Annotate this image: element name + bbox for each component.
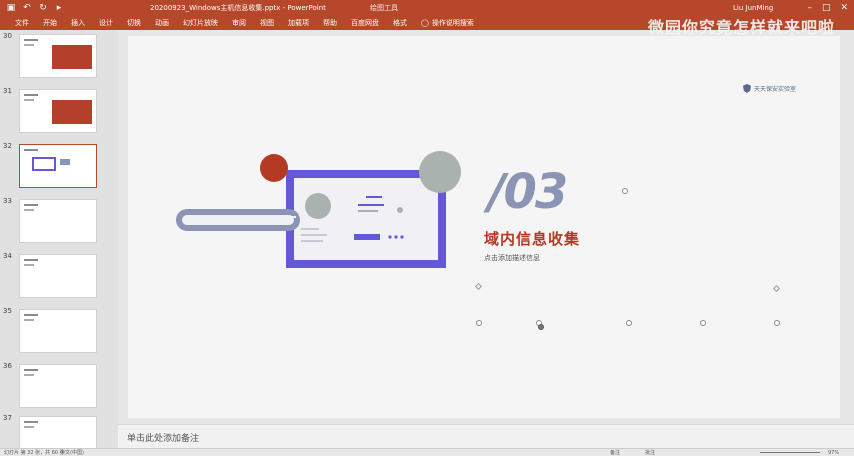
save-icon[interactable]: ▣ xyxy=(6,3,16,13)
comments-button[interactable]: 批注 xyxy=(645,449,655,456)
decor-dot xyxy=(538,324,544,330)
thumbnail-row[interactable]: 31 xyxy=(0,85,118,137)
tab-transitions[interactable]: 切换 xyxy=(120,18,148,28)
section-number[interactable]: /03 xyxy=(488,164,568,220)
thumbnail-number: 35 xyxy=(3,307,12,315)
decor-diamond xyxy=(474,282,483,291)
section-title[interactable]: 域内信息收集 xyxy=(484,228,580,249)
thumbnail-row[interactable]: 37 xyxy=(0,412,118,448)
zoom-slider[interactable] xyxy=(760,452,820,453)
thumbnail-number: 37 xyxy=(3,414,12,422)
illustration-button xyxy=(354,234,380,240)
thumbnail-number: 36 xyxy=(3,362,12,370)
illustration-screen xyxy=(294,178,438,260)
powerpoint-window: { "titlebar": { "document_title": "20200… xyxy=(0,0,854,456)
thumbnail-row[interactable]: 36 xyxy=(0,360,118,412)
illustration-gray-circle-large xyxy=(419,151,461,193)
lab-logo-text: 天天保安实验室 xyxy=(754,86,797,93)
user-name[interactable]: Liu JunMing xyxy=(733,4,773,12)
minimize-icon[interactable]: – xyxy=(807,3,812,13)
decor-diamond xyxy=(772,284,781,293)
illustration-gray-circle xyxy=(305,193,331,219)
illustration-line xyxy=(358,204,384,206)
shield-icon xyxy=(743,84,751,93)
tell-me-label: 操作说明搜索 xyxy=(431,19,474,27)
slide-thumbnail[interactable] xyxy=(19,364,97,408)
tab-slideshow[interactable]: 幻灯片放映 xyxy=(176,18,225,28)
tab-insert[interactable]: 插入 xyxy=(64,18,92,28)
slide-thumbnail-selected[interactable] xyxy=(19,144,97,188)
tell-me-search[interactable]: ◯ 操作说明搜索 xyxy=(414,18,481,28)
tab-addins[interactable]: 加载项 xyxy=(281,18,316,28)
thumbnail-number: 31 xyxy=(3,87,12,95)
slide-thumbnail[interactable] xyxy=(19,34,97,78)
slide-thumbnail[interactable] xyxy=(19,254,97,298)
redo-icon[interactable]: ↻ xyxy=(38,3,48,13)
tab-format[interactable]: 格式 xyxy=(386,18,414,28)
decor-dot xyxy=(700,320,706,326)
thumbnail-row[interactable]: 35 xyxy=(0,305,118,357)
slide-thumbnail[interactable] xyxy=(19,309,97,353)
decor-dot xyxy=(622,188,628,194)
present-icon[interactable]: ▸ xyxy=(54,3,64,13)
slide-thumbnail[interactable] xyxy=(19,89,97,133)
lab-logo: 天天保安实验室 xyxy=(743,84,796,93)
thumbnail-number: 30 xyxy=(3,32,12,40)
thumbnail-row[interactable]: 34 xyxy=(0,250,118,302)
undo-icon[interactable]: ↶ xyxy=(22,3,32,13)
tab-baidu[interactable]: 百度网盘 xyxy=(344,18,386,28)
video-watermark: 微园你究竟怎样就来吧啦 xyxy=(648,18,836,37)
zoom-level[interactable]: 97% xyxy=(828,450,839,456)
decor-dot xyxy=(626,320,632,326)
document-title: 20200923_Windows主机信息收集.pptx - PowerPoint xyxy=(150,4,326,12)
context-tab-label: 绘图工具 xyxy=(370,4,398,12)
thumbnail-row[interactable]: 30 xyxy=(0,30,118,82)
thumbnail-number: 32 xyxy=(3,142,12,150)
slide-canvas[interactable]: 天天保安实验室 /03 域内信息收集 点击添加描述信息 xyxy=(128,36,840,418)
tab-review[interactable]: 审阅 xyxy=(225,18,253,28)
illustration-small-dot xyxy=(397,207,403,213)
language-indicator[interactable]: 中文(中国) xyxy=(60,449,84,456)
window-controls: – □ ✕ xyxy=(807,3,848,13)
tab-view[interactable]: 视图 xyxy=(253,18,281,28)
tab-help[interactable]: 帮助 xyxy=(316,18,344,28)
tab-animations[interactable]: 动画 xyxy=(148,18,176,28)
slide-counter: 幻灯片 第 32 张，共 60 张 xyxy=(4,450,65,456)
illustration-line xyxy=(358,210,378,212)
thumbnail-number: 33 xyxy=(3,197,12,205)
section-subtitle[interactable]: 点击添加描述信息 xyxy=(484,253,540,263)
illustration-red-circle xyxy=(260,154,288,182)
notes-placeholder[interactable]: 单击此处添加备注 xyxy=(127,434,199,444)
illustration-line xyxy=(366,196,382,198)
tab-design[interactable]: 设计 xyxy=(92,18,120,28)
thumbnail-row[interactable]: 33 xyxy=(0,195,118,247)
lightbulb-icon: ◯ xyxy=(421,19,429,27)
thumbnail-row[interactable]: 32 xyxy=(0,140,118,192)
section-illustration[interactable] xyxy=(168,148,468,298)
decor-dot xyxy=(774,320,780,326)
tab-file[interactable]: 文件 xyxy=(8,18,36,28)
notes-pane[interactable]: 单击此处添加备注 xyxy=(118,424,854,448)
notes-button[interactable]: 备注 xyxy=(610,449,620,456)
maximize-icon[interactable]: □ xyxy=(822,3,831,13)
slide-thumbnail[interactable] xyxy=(19,199,97,243)
close-icon[interactable]: ✕ xyxy=(840,3,848,13)
thumbnail-number: 34 xyxy=(3,252,12,260)
tab-home[interactable]: 开始 xyxy=(36,18,64,28)
slide-thumbnail[interactable] xyxy=(19,416,97,448)
status-bar: 幻灯片 第 32 张，共 60 张 中文(中国) 备注 批注 97% xyxy=(0,448,854,456)
slide-thumbnail-pane[interactable]: 30 31 32 33 34 35 36 37 xyxy=(0,30,118,448)
decor-dot xyxy=(476,320,482,326)
quick-access-toolbar: ▣ ↶ ↻ ▸ xyxy=(0,3,150,13)
